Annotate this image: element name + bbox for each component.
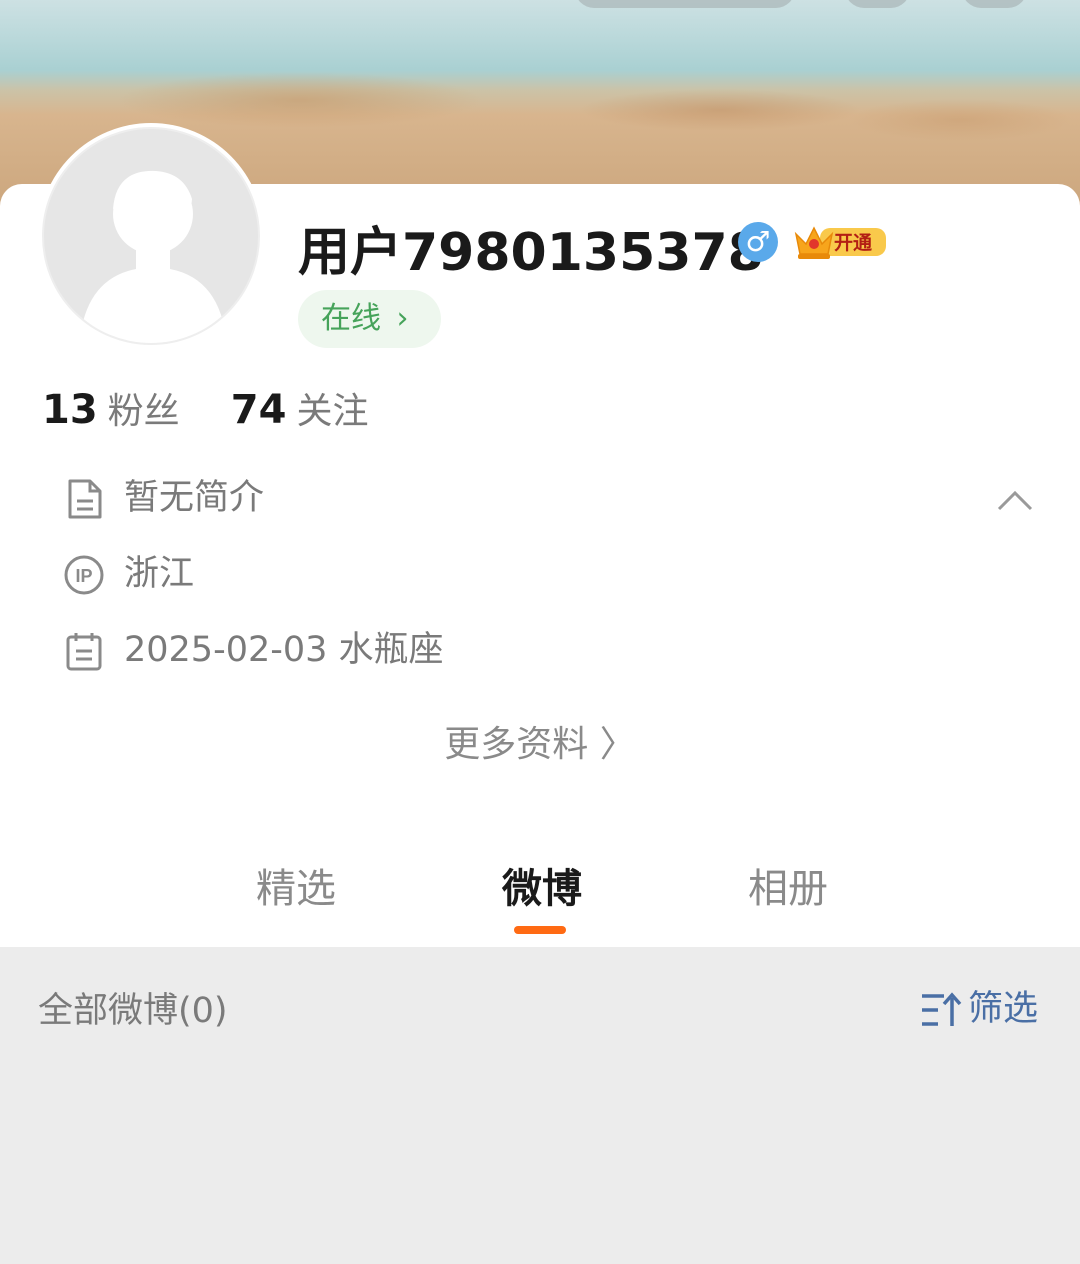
- followers-stat[interactable]: 13 粉丝: [42, 387, 185, 433]
- tab-featured[interactable]: 精选: [256, 856, 336, 914]
- avatar[interactable]: [38, 123, 264, 349]
- chevron-right-icon: ›: [396, 301, 409, 336]
- birthday-text: 2025-02-03 水瓶座: [124, 630, 444, 670]
- bio-text: 暂无简介: [124, 478, 265, 518]
- gender-male-icon: ♂: [738, 222, 778, 262]
- ip-location-text: 浙江: [124, 554, 195, 594]
- ip-icon: IP: [64, 555, 104, 595]
- active-tab-indicator: [514, 926, 566, 934]
- top-toolbar-more[interactable]: [962, 0, 1027, 8]
- following-count: 74: [230, 387, 287, 433]
- following-label: 关注: [296, 391, 369, 432]
- filter-label: 筛选: [968, 989, 1039, 1029]
- document-icon: [68, 479, 102, 519]
- tab-weibo[interactable]: 微博: [502, 856, 582, 914]
- filter-icon: [922, 992, 962, 1026]
- vip-open-label[interactable]: 开通: [834, 228, 872, 255]
- tab-album[interactable]: 相册: [748, 856, 828, 914]
- followers-label: 粉丝: [107, 391, 180, 432]
- more-info-link[interactable]: 更多资料 〉: [0, 715, 1080, 767]
- username: 用户7980135378: [298, 223, 764, 283]
- top-toolbar-search[interactable]: [575, 0, 795, 8]
- online-status-label: 在线: [321, 301, 381, 336]
- following-stat[interactable]: 74 关注: [231, 387, 369, 433]
- calendar-icon: [66, 633, 102, 671]
- filter-button[interactable]: 筛选: [920, 980, 1038, 1031]
- svg-text:IP: IP: [75, 566, 92, 586]
- chevron-up-icon[interactable]: [995, 485, 1035, 515]
- followers-count: 13: [42, 387, 98, 433]
- all-posts-header[interactable]: 全部微博(0): [38, 982, 228, 1033]
- top-toolbar-button[interactable]: [845, 0, 910, 8]
- profile-stats: 13 粉丝 74 关注: [42, 382, 368, 434]
- online-status-button[interactable]: 在线 ›: [298, 290, 441, 348]
- default-avatar-icon: [79, 170, 227, 343]
